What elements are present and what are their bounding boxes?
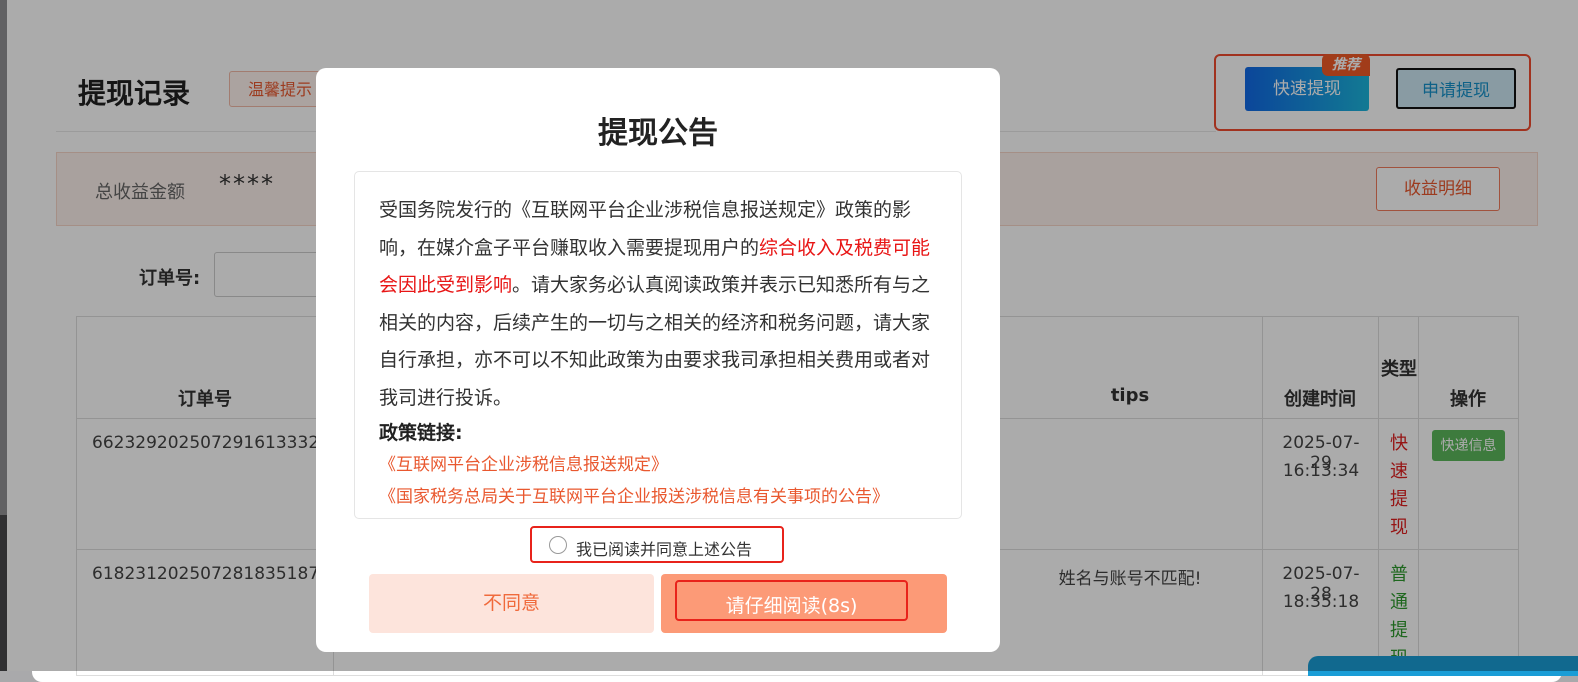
notice-text: 受国务院发行的《互联网平台企业涉税信息报送规定》政策的影响，在媒介盒子平台赚取收…: [379, 192, 939, 417]
read-carefully-label: 请仔细阅读(8s): [675, 580, 908, 621]
window-left-edge-dark: [0, 515, 7, 671]
policy-link-tax-bureau-notice[interactable]: 《国家税务总局关于互联网平台企业报送涉税信息有关事项的公告》: [379, 482, 889, 507]
agree-radio[interactable]: [549, 536, 567, 554]
agree-label[interactable]: 我已阅读并同意上述公告: [576, 536, 752, 560]
policy-links-label: 政策链接:: [379, 422, 463, 444]
modal-title: 提现公告: [598, 116, 718, 151]
policy-link-tax-info-rules[interactable]: 《互联网平台企业涉税信息报送规定》: [379, 450, 668, 475]
disagree-button[interactable]: 不同意: [369, 574, 654, 633]
